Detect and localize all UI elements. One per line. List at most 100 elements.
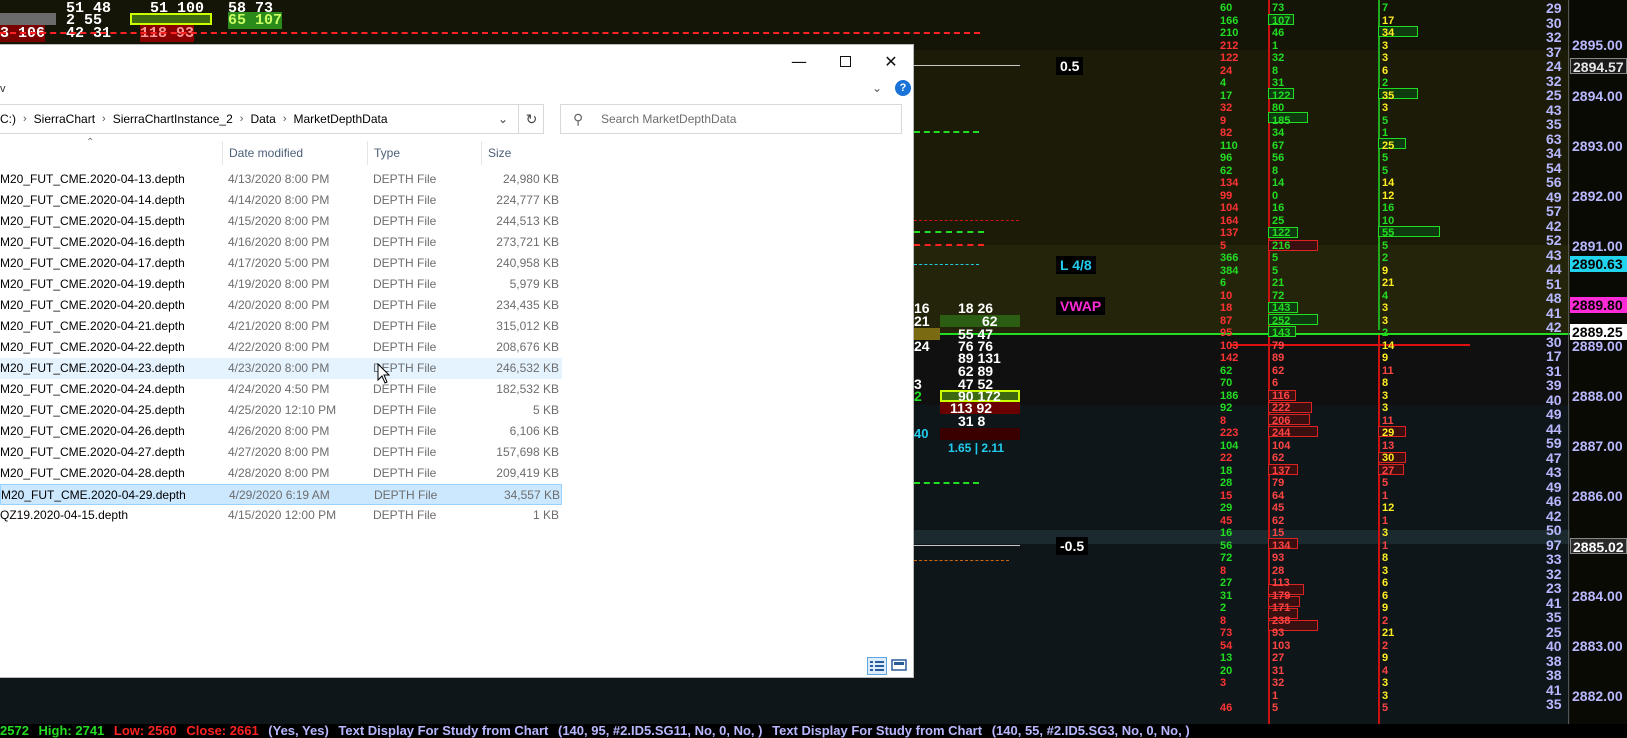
file-row[interactable]: QZ19.2020-04-15.depth 4/15/2020 12:00 PM D… [0, 505, 562, 526]
depth-cell: 0 [1272, 189, 1279, 202]
depth-cell: 122 [1220, 52, 1239, 64]
breadcrumb-sierrachart[interactable]: SierraChart [30, 112, 99, 126]
mid-red-cell [940, 428, 1020, 440]
title-bar[interactable]: — ✕ [0, 45, 913, 77]
file-row[interactable]: M20_FUT_CME.2020-04-24.depth 4/24/2020 4:… [0, 379, 562, 400]
details-view-icon[interactable] [867, 657, 887, 675]
file-size: 208,676 KB [496, 340, 559, 354]
file-name: M20_FUT_CME.2020-04-26.depth [0, 424, 185, 438]
file-row[interactable]: M20_FUT_CME.2020-04-20.depth 4/20/2020 8:… [0, 295, 562, 316]
price-axis-label: 2887.00 [1572, 438, 1623, 454]
file-row[interactable]: M20_FUT_CME.2020-04-13.depth 4/13/2020 8:… [0, 169, 562, 190]
breadcrumb-data[interactable]: Data [246, 112, 279, 126]
breadcrumb-chevron-icon[interactable]: › [20, 113, 30, 125]
breadcrumb-chevron-icon[interactable]: › [237, 113, 247, 125]
depth-cell: 42 [1546, 217, 1562, 234]
edge-digit-5: 2 [914, 388, 922, 404]
file-row[interactable]: M20_FUT_CME.2020-04-17.depth 4/17/2020 5:… [0, 253, 562, 274]
depth-cell: 42 [1546, 319, 1562, 335]
file-date: 4/17/2020 5:00 PM [228, 256, 330, 270]
address-dropdown-chevron-icon[interactable]: ⌄ [492, 105, 514, 133]
price-axis-label: 2882.00 [1572, 688, 1623, 704]
breadcrumb-drive[interactable]: C:) [0, 112, 20, 126]
file-row[interactable]: M20_FUT_CME.2020-04-21.depth 4/21/2020 8:… [0, 316, 562, 337]
column-header-size[interactable]: Size [481, 141, 566, 165]
depth-cell: 39 [1546, 377, 1562, 393]
file-row[interactable]: M20_FUT_CME.2020-04-19.depth 4/19/2020 8:… [0, 274, 562, 295]
depth-cell: 17 [1220, 89, 1233, 102]
depth-cell: 14 [1382, 177, 1395, 189]
file-type: DEPTH File [373, 319, 437, 333]
breadcrumb-chevron-icon[interactable]: › [280, 113, 290, 125]
depth-cell: 366 [1220, 252, 1239, 264]
file-row[interactable]: M20_FUT_CME.2020-04-25.depth 4/25/2020 12… [0, 400, 562, 421]
file-row[interactable]: M20_FUT_CME.2020-04-16.depth 4/16/2020 8:… [0, 232, 562, 253]
depth-cell: 137 [1272, 464, 1291, 477]
file-row[interactable]: M20_FUT_CME.2020-04-23.depth 4/23/2020 8:… [0, 358, 562, 379]
mid-pair-10: 31 8 [958, 413, 986, 429]
depth-cell: 17 [1382, 14, 1395, 27]
minimize-button[interactable]: — [776, 45, 822, 77]
depth-cell: 15 [1220, 489, 1233, 502]
file-row[interactable]: M20_FUT_CME.2020-04-28.depth 4/28/2020 8:… [0, 463, 562, 484]
depth-cell: 7 [1382, 2, 1389, 14]
column-header-type[interactable]: Type [367, 141, 481, 165]
large-icons-view-icon[interactable] [890, 657, 910, 675]
depth-cell: 238 [1272, 614, 1291, 627]
file-type: DEPTH File [373, 340, 437, 354]
depth-cell: 10 [1382, 214, 1395, 227]
depth-cell: 5 [1382, 152, 1389, 164]
close-button[interactable]: ✕ [868, 45, 914, 77]
depth-cell: 5 [1272, 702, 1279, 714]
column-header-date[interactable]: Date modified [222, 141, 367, 165]
file-date: 4/14/2020 8:00 PM [228, 193, 330, 207]
depth-cell: 34 [1546, 145, 1562, 161]
file-name: M20_FUT_CME.2020-04-14.depth [0, 193, 185, 207]
file-explorer-window[interactable]: — ✕ v ⌄ ? C:) › SierraChart › SierraChar… [0, 44, 914, 678]
help-icon[interactable]: ? [895, 80, 911, 96]
depth-cell: 22 [1220, 452, 1233, 464]
depth-cell: 3 [1382, 314, 1389, 327]
depth-cell: 35 [1546, 609, 1562, 625]
depth-cell: 1 [1382, 539, 1389, 552]
ribbon-expand-chevron-icon[interactable]: ⌄ [872, 81, 882, 95]
depth-cell: 35 [1546, 696, 1562, 712]
file-date: 4/20/2020 8:00 PM [228, 298, 330, 312]
file-name: M20_FUT_CME.2020-04-16.depth [0, 235, 185, 249]
file-type: DEPTH File [373, 277, 437, 291]
maximize-button[interactable] [822, 45, 868, 77]
file-row[interactable]: M20_FUT_CME.2020-04-15.depth 4/15/2020 8:… [0, 211, 562, 232]
price-box-vwap: 2889.80 [1570, 297, 1627, 313]
file-row[interactable]: M20_FUT_CME.2020-04-29.depth 4/29/2020 6:… [0, 484, 562, 505]
breadcrumb-marketdepthdata[interactable]: MarketDepthData [289, 112, 391, 126]
top-grey-box [0, 13, 56, 25]
depth-cell: 206 [1272, 414, 1291, 427]
file-row[interactable]: M20_FUT_CME.2020-04-27.depth 4/27/2020 8:… [0, 442, 562, 463]
breadcrumb: C:) › SierraChart › SierraChartInstance_… [0, 105, 392, 133]
depth-cell: 41 [1546, 304, 1562, 321]
breadcrumb-chevron-icon[interactable]: › [99, 113, 109, 125]
refresh-icon[interactable]: ↻ [518, 105, 544, 133]
depth-cell: 13 [1220, 652, 1233, 664]
red-price-line [1230, 344, 1470, 346]
depth-cell: 34 [1272, 127, 1285, 139]
depth-cell: 6 [1272, 377, 1279, 389]
depth-cell: 49 [1546, 188, 1562, 205]
file-row[interactable]: M20_FUT_CME.2020-04-14.depth 4/14/2020 8:… [0, 190, 562, 211]
depth-cell: 64 [1272, 489, 1285, 502]
file-date: 4/25/2020 12:10 PM [228, 403, 337, 417]
search-input[interactable]: ⚲ Search MarketDepthData [560, 104, 902, 134]
depth-cell: 25 [1382, 139, 1395, 152]
address-bar[interactable]: C:) › SierraChart › SierraChartInstance_… [0, 104, 544, 134]
depth-cell: 50 [1546, 522, 1562, 538]
depth-cell: 42 [1546, 507, 1562, 524]
search-placeholder: Search MarketDepthData [601, 112, 737, 126]
file-row[interactable]: M20_FUT_CME.2020-04-26.depth 4/26/2020 8:… [0, 421, 562, 442]
breadcrumb-instance[interactable]: SierraChartInstance_2 [109, 112, 237, 126]
cyan-dash [914, 264, 979, 265]
file-row[interactable]: M20_FUT_CME.2020-04-22.depth 4/22/2020 8:… [0, 337, 562, 358]
white-line-upper [914, 65, 1020, 66]
price-axis-label: 2888.00 [1572, 388, 1623, 404]
depth-cell: 38 [1546, 667, 1562, 683]
depth-cell: 9 [1382, 264, 1389, 277]
